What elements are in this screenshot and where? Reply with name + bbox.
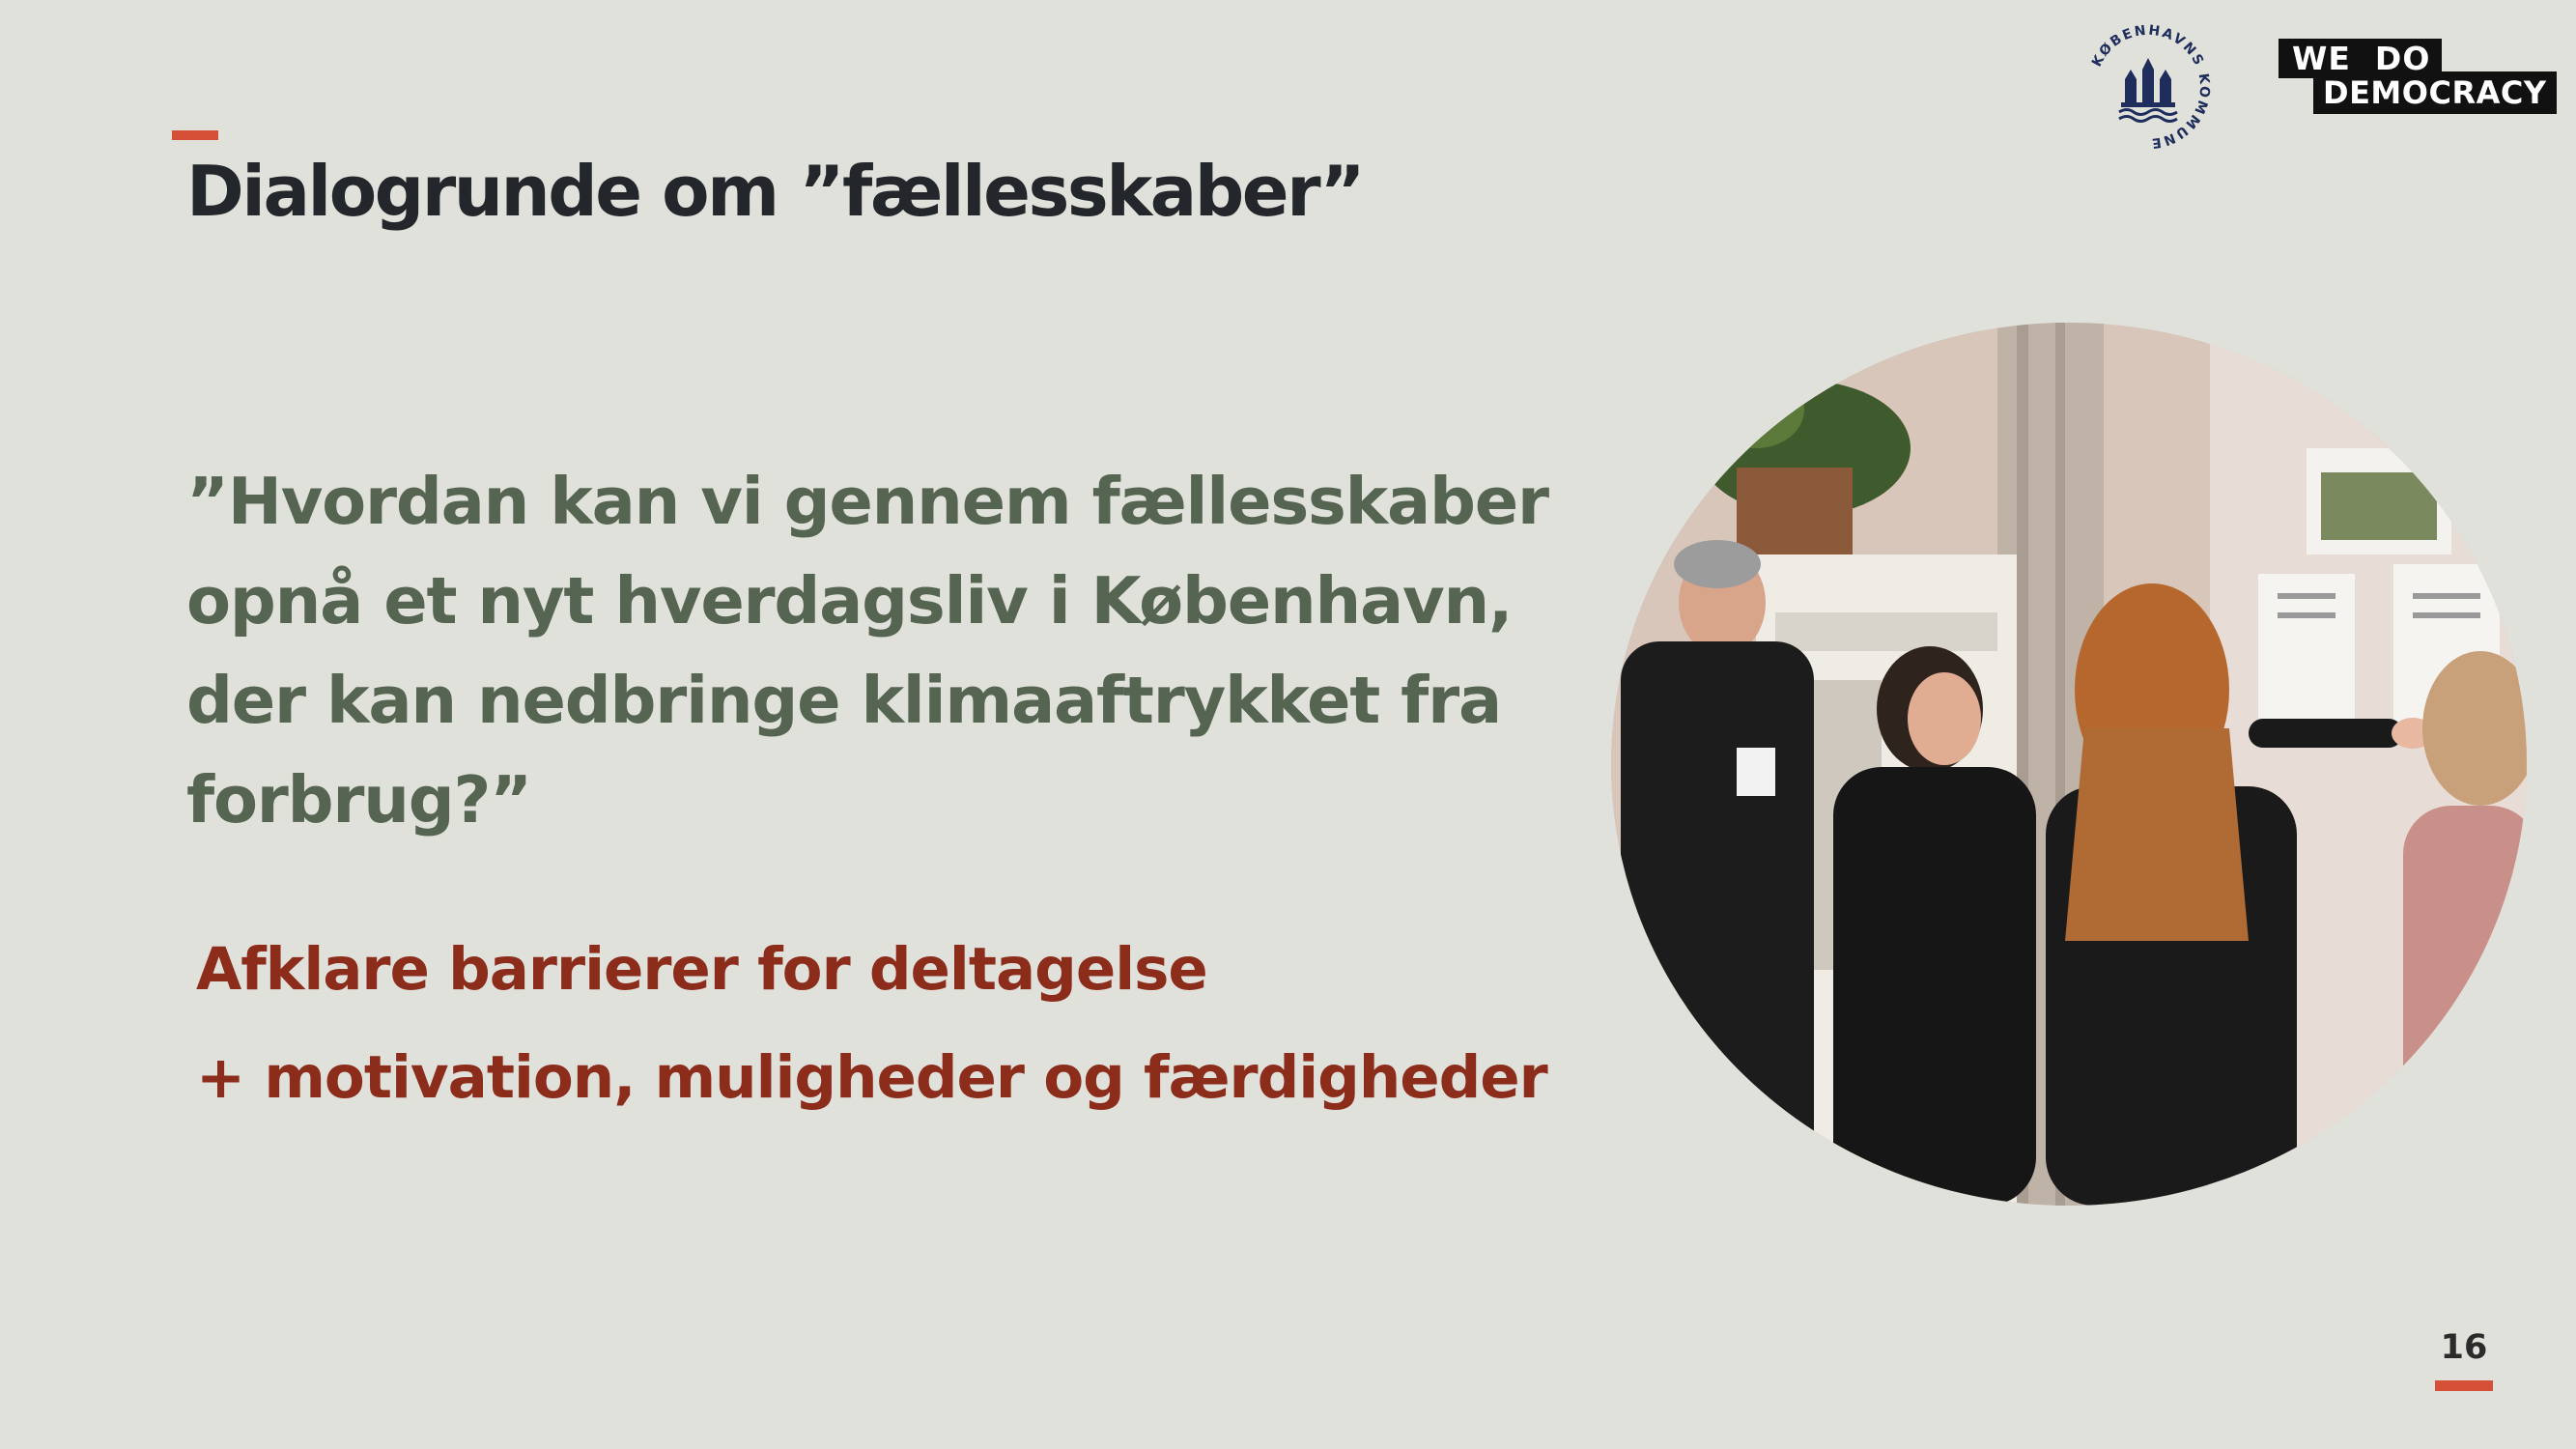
title-accent-bar bbox=[172, 130, 218, 140]
point-motivation: + motivation, muligheder og færdigheder bbox=[196, 1043, 1548, 1112]
slide-title: Dialogrunde om ”fællesskaber” bbox=[186, 151, 1366, 232]
page-number: 16 bbox=[2440, 1328, 2488, 1367]
point-barriers: Afklare barrierer for deltagelse bbox=[196, 935, 1208, 1004]
page-number-accent bbox=[2435, 1380, 2493, 1391]
photo-illustration bbox=[1611, 323, 2527, 1206]
event-photo bbox=[1611, 323, 2527, 1206]
dialogue-question: ”Hvordan kan vi gennem fællesskaber opnå… bbox=[186, 464, 1549, 838]
logo-line-2: DEMOCRACY bbox=[2313, 71, 2557, 114]
kobenhavns-kommune-logo: KØBENHAVNS KOMMUNE bbox=[2089, 23, 2210, 152]
we-do-democracy-logo: WE DO DEMOCRACY bbox=[2279, 39, 2557, 116]
